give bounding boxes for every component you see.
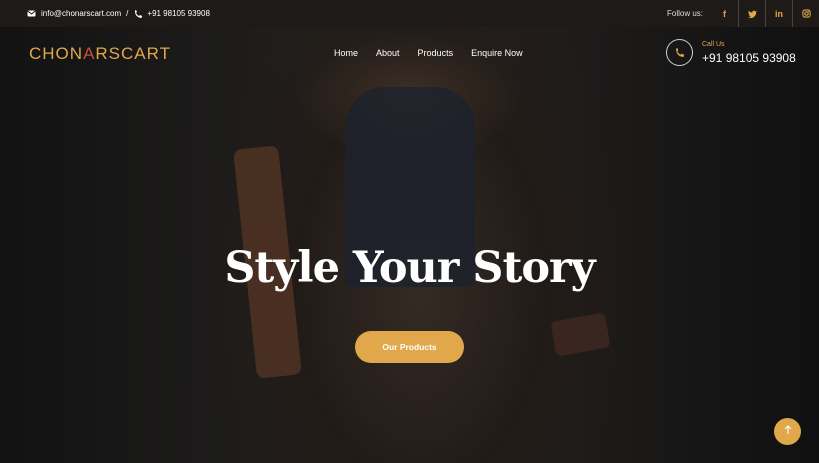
- social-links: Follow us: f in: [667, 0, 819, 27]
- phone-icon: [666, 39, 693, 66]
- call-us-box[interactable]: Call Us +91 98105 93908: [666, 39, 796, 66]
- scroll-to-top-button[interactable]: [774, 418, 801, 445]
- linkedin-icon[interactable]: in: [765, 0, 792, 27]
- instagram-icon[interactable]: [792, 0, 819, 27]
- nav-enquire-now[interactable]: Enquire Now: [471, 48, 523, 58]
- contact-separator: /: [126, 9, 129, 18]
- our-products-button[interactable]: Our Products: [355, 331, 464, 363]
- phone-link[interactable]: +91 98105 93908: [147, 9, 210, 18]
- nav-home[interactable]: Home: [334, 48, 358, 58]
- arrow-up-icon: [784, 425, 792, 438]
- logo-accent-letter: A: [83, 44, 96, 63]
- facebook-icon[interactable]: f: [711, 0, 738, 27]
- main-nav: Home About Products Enquire Now: [334, 48, 523, 58]
- contact-info: info@chonarscart.com / +91 98105 93908: [27, 9, 210, 18]
- email-icon: [27, 9, 36, 18]
- logo-text-start: CHON: [29, 44, 84, 63]
- phone-icon: [133, 9, 142, 18]
- email-link[interactable]: info@chonarscart.com: [41, 9, 121, 18]
- call-us-label: Call Us: [702, 40, 725, 48]
- hero-pocket-square-shape: [550, 312, 611, 357]
- follow-label: Follow us:: [666, 9, 703, 18]
- nav-products[interactable]: Products: [418, 48, 454, 58]
- twitter-icon[interactable]: [738, 0, 765, 27]
- logo-text-end: RSCART: [95, 44, 171, 63]
- hero-headline: Style Your Story: [224, 243, 595, 293]
- nav-about[interactable]: About: [376, 48, 400, 58]
- site-logo[interactable]: CHONARSCART: [29, 44, 171, 64]
- call-us-number[interactable]: +91 98105 93908: [702, 51, 796, 65]
- top-bar: info@chonarscart.com / +91 98105 93908 F…: [0, 0, 819, 27]
